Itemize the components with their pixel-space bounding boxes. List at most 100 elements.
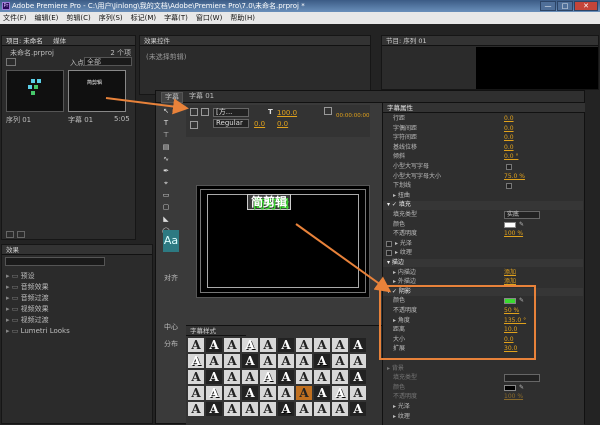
search-icon[interactable] [6,58,16,66]
title-style-swatch[interactable]: A [260,402,276,416]
program-video-frame[interactable] [476,47,598,89]
list-view-icon[interactable] [6,231,14,238]
area-type-tool-icon[interactable]: ▤ [162,143,170,151]
title-style-swatch[interactable]: A [278,386,294,400]
title-canvas[interactable]: 简剪辑 [196,185,370,298]
property-checkbox[interactable] [386,240,392,247]
title-style-swatch[interactable]: A [206,354,222,368]
title-style-swatch[interactable]: A [350,354,366,368]
title-style-swatch[interactable]: A [350,386,366,400]
program-tab[interactable]: 节目: 序列 01 [382,36,598,46]
title-style-swatch[interactable]: A [242,338,258,352]
eyedropper-icon[interactable]: ✎ [519,384,524,392]
effects-folder-video-transitions[interactable]: 视频过渡 [6,315,70,326]
property-value[interactable]: 135.0 ° [504,317,526,325]
color-swatch[interactable] [504,384,516,391]
effects-folder-audio-effects[interactable]: 音频效果 [6,282,70,293]
rectangle-tool-icon[interactable]: ▭ [162,191,170,199]
title-style-swatch[interactable]: A [224,338,240,352]
effects-folder-presets[interactable]: 预设 [6,271,70,282]
title-properties-tab[interactable]: 字幕属性 [383,103,585,113]
title-style-swatch[interactable]: A [350,370,366,384]
in-point-select[interactable]: 全部 [84,57,132,66]
title-style-swatch[interactable]: A [278,338,294,352]
effects-folder-video-effects[interactable]: 视频效果 [6,304,70,315]
leading-value[interactable]: 0.0 [277,120,288,128]
property-checkbox[interactable] [386,250,392,257]
title-style-swatch[interactable]: A [314,354,330,368]
template-icon[interactable] [190,121,198,129]
title-style-swatch[interactable]: A [260,386,276,400]
property-value[interactable]: 100 % [504,230,523,238]
title-style-swatch[interactable]: A [242,354,258,368]
property-value[interactable]: 30.0 [504,345,517,353]
font-family-select[interactable]: [方... [213,108,249,117]
property-value[interactable]: 100 % [504,393,523,401]
title-style-swatch[interactable]: A [260,354,276,368]
icon-view-icon[interactable] [17,231,25,238]
anchor-tool-icon[interactable]: ⌖ [162,179,170,187]
property-value[interactable]: 50 % [504,307,519,315]
title-style-swatch[interactable]: A [206,386,222,400]
project-tab[interactable]: 项目: 未命名 媒体 [2,36,135,46]
title-style-swatch[interactable]: A [224,402,240,416]
title-style-swatch[interactable]: A [278,354,294,368]
title-style-swatch[interactable]: A [278,370,294,384]
menu-help[interactable]: 帮助(H) [230,12,255,24]
titler-title-tab[interactable]: 字幕 01 [186,92,217,101]
title-style-swatch[interactable]: A [296,338,312,352]
canvas-title-text[interactable]: 简剪辑 [247,194,292,210]
title-style-swatch[interactable]: A [206,338,222,352]
title-style-swatch[interactable]: A [188,370,204,384]
color-swatch[interactable] [504,298,516,305]
title-style-swatch[interactable]: A [242,386,258,400]
wedge-tool-icon[interactable]: ◣ [162,215,170,223]
vertical-type-tool-icon[interactable]: ⊤ [162,131,170,139]
titler-tab[interactable]: 字幕 [161,92,183,103]
title-style-swatch[interactable]: A [260,338,276,352]
title-style-swatch[interactable]: A [188,338,204,352]
title-style-swatch[interactable]: A [314,338,330,352]
title-style-swatch[interactable]: A [296,402,312,416]
title-style-swatch[interactable]: A [260,370,276,384]
property-value[interactable]: 0.0 [504,144,514,152]
property-select[interactable]: 实底 [504,211,540,219]
property-checkbox[interactable] [506,164,512,170]
property-value[interactable]: 0.0 [504,125,514,133]
property-value[interactable]: 0.0 [504,134,514,142]
eyedropper-icon[interactable]: ✎ [519,297,524,305]
title-thumbnail[interactable]: 简剪辑 [68,70,126,112]
title-style-swatch[interactable]: A [350,338,366,352]
menu-file[interactable]: 文件(F) [3,12,27,24]
title-style-swatch[interactable]: A [314,386,330,400]
menu-window[interactable]: 窗口(W) [196,12,222,24]
pen-tool-icon[interactable]: ✒ [162,167,170,175]
property-value[interactable]: 添加 [504,269,516,277]
title-style-swatch[interactable]: A [296,370,312,384]
effects-folder-lumetri[interactable]: Lumetri Looks [6,326,70,337]
property-value[interactable]: 0.0 ° [504,153,518,161]
title-style-swatch[interactable]: A [332,354,348,368]
effects-folder-audio-transitions[interactable]: 音频过渡 [6,293,70,304]
effects-search-input[interactable] [5,257,105,266]
menu-title[interactable]: 字幕(T) [164,12,188,24]
title-style-swatch[interactable]: A [314,402,330,416]
property-value[interactable]: 0.0 [504,336,514,344]
new-title-icon[interactable] [190,108,198,116]
title-style-swatch[interactable]: A [224,386,240,400]
title-style-swatch[interactable]: A [242,402,258,416]
title-style-swatch[interactable]: A [350,402,366,416]
title-style-swatch[interactable]: A [314,370,330,384]
close-button[interactable]: ✕ [574,1,598,11]
title-style-swatch[interactable]: A [188,354,204,368]
property-value[interactable]: 10.0 [504,326,517,334]
title-style-swatch[interactable]: A [206,402,222,416]
font-style-select[interactable]: Regular [213,119,249,128]
title-style-swatch[interactable]: A [206,370,222,384]
color-swatch[interactable] [504,221,516,228]
sync-icon[interactable] [324,107,332,115]
menu-edit[interactable]: 编辑(E) [35,12,59,24]
menu-sequence[interactable]: 序列(S) [99,12,123,24]
title-style-swatch[interactable]: A [224,354,240,368]
timecode-display[interactable]: 00:00:00:00 [336,113,370,119]
